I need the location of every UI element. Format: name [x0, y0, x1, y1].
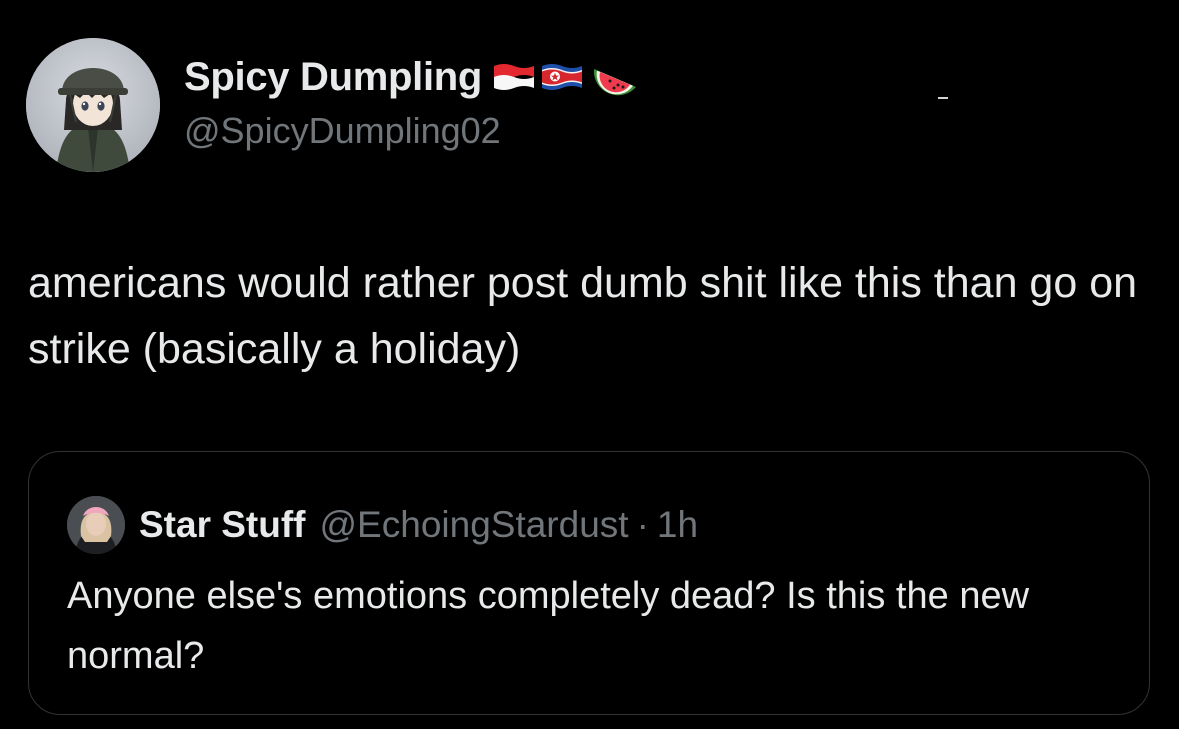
name-emoji-group [492, 57, 642, 97]
author-name-row: Spicy Dumpling [184, 52, 642, 102]
quoted-author-display-name[interactable]: Star Stuff [139, 504, 306, 546]
author-avatar[interactable] [26, 38, 160, 172]
quoted-tweet-card[interactable]: Star Stuff @EchoingStardust · 1h Anyone … [28, 451, 1150, 715]
decorative-dash [938, 97, 948, 99]
tweet-text: americans would rather post dumb shit li… [28, 259, 1138, 373]
quoted-tweet-timestamp[interactable]: 1h [657, 504, 698, 546]
author-handle[interactable]: @SpicyDumpling02 [184, 110, 501, 152]
watermelon-icon [593, 69, 637, 96]
quoted-tweet-meta: @EchoingStardust · 1h [320, 504, 699, 546]
quoted-author-handle[interactable]: @EchoingStardust [320, 504, 629, 546]
quoted-author-avatar[interactable] [67, 496, 125, 554]
indonesia-flag-icon [494, 64, 535, 90]
user-photo-avatar-icon [67, 496, 125, 554]
anime-girl-avatar-icon [26, 38, 160, 172]
north-korea-flag-icon [542, 64, 583, 90]
quoted-tweet-text: Anyone else's emotions completely dead? … [67, 575, 1030, 677]
author-display-name[interactable]: Spicy Dumpling [184, 55, 482, 100]
quoted-tweet-header: Star Stuff @EchoingStardust · 1h [67, 496, 698, 554]
meta-separator: · [636, 504, 649, 545]
